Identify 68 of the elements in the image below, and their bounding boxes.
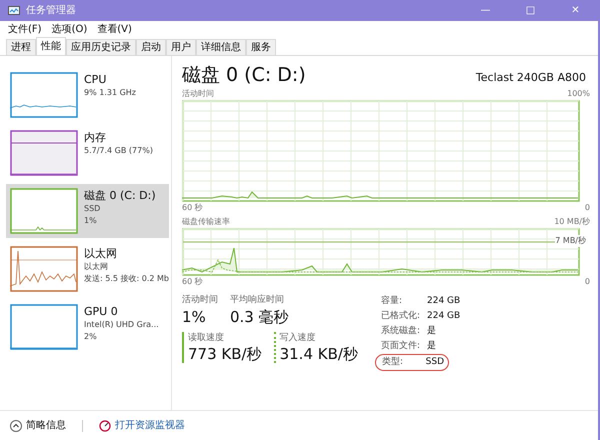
graph-zero-label: 0	[584, 276, 590, 288]
sidebar-item[interactable]: 磁盘 0 (C: D:) SSD 1%	[6, 184, 169, 238]
rate-label: 读取速度	[188, 332, 225, 344]
rate-value: 773 KB/秒	[188, 345, 262, 363]
device-info: 以太网	[84, 261, 109, 273]
sidebar-item[interactable]: GPU 0 Intel(R) UHD Gra... 2%	[6, 300, 169, 354]
graph-max-label: 10 MB/秒	[554, 216, 590, 228]
graph-max-label: 100%	[567, 88, 590, 100]
property-label: 页面文件:	[381, 340, 422, 353]
device-info: 9% 1.31 GHz	[84, 87, 136, 99]
device-info: Intel(R) UHD Gra...	[84, 319, 159, 331]
window-title: 任务管理器	[26, 4, 77, 18]
app-icon	[8, 6, 20, 16]
device-name: GPU 0	[84, 304, 119, 319]
property-label: 系统磁盘:	[381, 324, 422, 338]
tab[interactable]: 启动	[136, 39, 166, 55]
graph-zero-label: 0	[584, 202, 590, 214]
tab[interactable]: 详细信息	[196, 39, 246, 55]
property-value: 224 GB	[427, 295, 460, 308]
thumbnail-graph	[10, 72, 78, 118]
stat-label: 活动时间	[182, 294, 218, 307]
resource-monitor-link[interactable]: 打开资源监视器	[115, 418, 185, 433]
tab[interactable]: 服务	[246, 39, 276, 55]
property-value: 是	[427, 324, 436, 338]
device-info: 发送: 5.5 接收: 0.2 Mb	[84, 273, 169, 285]
menu-item[interactable]: 文件(F)	[8, 22, 42, 37]
summary-link[interactable]: 简略信息	[26, 418, 66, 433]
sidebar-item[interactable]: 以太网 以太网 发送: 5.5 接收: 0.2 Mb	[6, 242, 169, 296]
property-label: 已格式化:	[381, 310, 422, 323]
device-name: 以太网	[84, 246, 118, 261]
disk-title: 磁盘 0 (C: D:)	[182, 64, 306, 86]
device-info: 1%	[84, 215, 98, 227]
graph-time-label: 60 秒	[182, 276, 203, 288]
thumbnail-graph	[10, 246, 78, 292]
tab[interactable]: 性能	[36, 37, 66, 55]
stat-label: 平均响应时间	[230, 294, 285, 307]
tab[interactable]: 进程	[6, 39, 36, 55]
property-value: 224 GB	[427, 310, 460, 323]
graph-mid-label: 7 MB/秒	[555, 235, 586, 247]
device-name: 内存	[84, 130, 107, 145]
graph-label: 活动时间	[182, 88, 214, 100]
sidebar-item[interactable]: 内存 5.7/7.4 GB (77%)	[6, 126, 169, 180]
device-name: 磁盘 0 (C: D:)	[84, 188, 156, 203]
rate-label: 写入速度	[280, 332, 317, 344]
stat-value: 1%	[182, 308, 207, 326]
collapse-icon[interactable]	[10, 420, 22, 432]
monitor-icon[interactable]	[99, 420, 111, 432]
rate-value: 31.4 KB/秒	[280, 345, 358, 363]
menu-item[interactable]: 查看(V)	[97, 22, 132, 37]
thumbnail-graph	[10, 130, 78, 176]
stat-value: 0.3 毫秒	[230, 308, 289, 326]
device-name: CPU	[84, 72, 108, 87]
tab[interactable]: 用户	[166, 39, 196, 55]
tab[interactable]: 应用历史记录	[66, 39, 136, 55]
property-value: SSD	[426, 356, 444, 369]
graph-time-label: 60 秒	[182, 202, 203, 214]
device-info: 2%	[84, 331, 98, 343]
sidebar-item[interactable]: CPU 9% 1.31 GHz	[6, 68, 169, 122]
menu-item[interactable]: 选项(O)	[52, 22, 88, 37]
thumbnail-graph	[10, 188, 78, 234]
device-info: SSD	[84, 203, 102, 215]
thumbnail-graph	[10, 304, 78, 350]
property-label: 类型:	[382, 356, 404, 369]
property-value: 是	[427, 340, 436, 353]
graph-label: 磁盘传输速率	[182, 216, 230, 228]
disk-model: Teclast 240GB A800	[476, 70, 586, 86]
device-info: 5.7/7.4 GB (77%)	[84, 145, 153, 157]
property-label: 容量:	[381, 294, 404, 308]
